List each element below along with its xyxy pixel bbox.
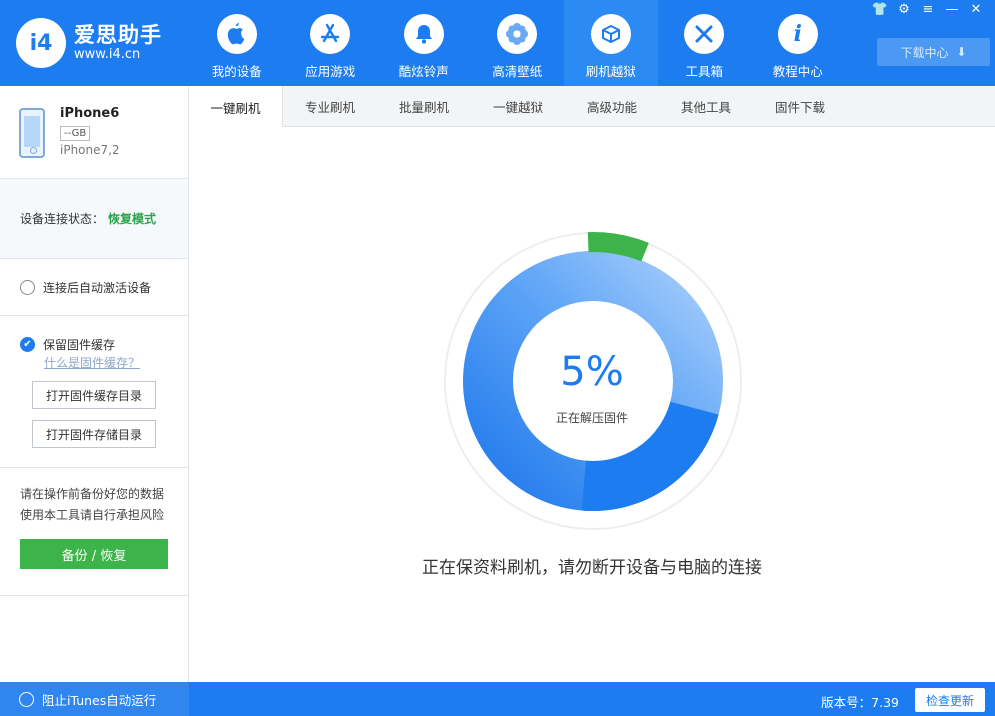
block-itunes-radio[interactable] bbox=[19, 691, 34, 707]
status-label: 设备连接状态： bbox=[20, 212, 105, 226]
flower-icon bbox=[497, 14, 538, 54]
device-card: iPhone6 --GB iPhone7,2 bbox=[0, 86, 188, 179]
phone-icon bbox=[19, 108, 45, 158]
app-store-icon bbox=[310, 14, 351, 54]
sidebar: iPhone6 --GB iPhone7,2 设备连接状态： 恢复模式 连接后自… bbox=[0, 86, 189, 682]
nav-label: 刷机越狱 bbox=[585, 64, 636, 79]
backup-warning-section: 请在操作前备份好您的数据 使用本工具请自行承担风险 备份 / 恢复 bbox=[0, 468, 188, 596]
box-icon bbox=[590, 14, 631, 54]
check-update-button[interactable]: 检查更新 bbox=[915, 688, 985, 712]
flash-progress-panel: 5% 正在解压固件 正在保资料刷机，请勿断开设备与电脑的连接 bbox=[189, 127, 995, 682]
info-icon: i bbox=[777, 14, 818, 54]
nav-my-device[interactable]: 我的设备 bbox=[190, 0, 284, 86]
nav-tutorials[interactable]: i 教程中心 bbox=[751, 0, 845, 86]
auto-activate-option[interactable]: 连接后自动激活设备 bbox=[0, 259, 188, 316]
tab-one-click-flash[interactable]: 一键刷机 bbox=[189, 86, 283, 128]
logo-url: www.i4.cn bbox=[74, 46, 141, 62]
progress-arc bbox=[587, 232, 649, 262]
nav-flash-jailbreak[interactable]: 刷机越狱 bbox=[564, 0, 658, 86]
progress-stage: 正在解压固件 bbox=[555, 411, 628, 425]
apple-icon bbox=[216, 14, 257, 54]
tab-advanced[interactable]: 高级功能 bbox=[565, 86, 659, 127]
version-label: 版本号：7.39 bbox=[821, 695, 899, 710]
keep-cache-label: 保留固件缓存 bbox=[43, 338, 116, 352]
logo-badge-icon: i4 bbox=[16, 18, 66, 68]
logo-title: 爱思助手 bbox=[74, 23, 162, 48]
settings-icon[interactable]: ⚙ bbox=[895, 2, 913, 17]
device-capacity: --GB bbox=[60, 126, 91, 141]
nav-wallpapers[interactable]: 高清壁纸 bbox=[471, 0, 565, 86]
open-store-dir-button[interactable]: 打开固件存储目录 bbox=[32, 420, 156, 448]
backup-restore-button[interactable]: 备份 / 恢复 bbox=[20, 539, 168, 569]
nav-toolbox[interactable]: 工具箱 bbox=[658, 0, 752, 86]
tools-icon bbox=[684, 14, 725, 54]
download-center-button[interactable]: 下载中心 ⬇ bbox=[877, 38, 990, 66]
skin-icon[interactable]: 👕 bbox=[871, 2, 889, 17]
nav-label: 应用游戏 bbox=[305, 64, 356, 79]
close-icon[interactable]: ✕ bbox=[967, 2, 985, 17]
status-value: 恢复模式 bbox=[108, 212, 157, 226]
device-model: iPhone7,2 bbox=[60, 143, 120, 157]
main-nav: 我的设备 应用游戏 酷炫铃声 高清壁纸 刷机越狱 工具箱 i 教程中心 bbox=[190, 0, 845, 86]
progress-message: 正在保资料刷机，请勿断开设备与电脑的连接 bbox=[422, 558, 762, 578]
tab-firmware-download[interactable]: 固件下载 bbox=[753, 86, 847, 127]
nav-ringtones[interactable]: 酷炫铃声 bbox=[377, 0, 471, 86]
nav-apps-games[interactable]: 应用游戏 bbox=[284, 0, 378, 86]
nav-label: 酷炫铃声 bbox=[398, 64, 449, 79]
nav-label: 工具箱 bbox=[685, 64, 723, 79]
keep-cache-option[interactable]: ✔ 保留固件缓存 bbox=[20, 336, 115, 353]
nav-label: 高清壁纸 bbox=[492, 64, 543, 79]
nav-label: 我的设备 bbox=[211, 64, 262, 79]
warning-text: 请在操作前备份好您的数据 使用本工具请自行承担风险 bbox=[20, 484, 164, 526]
block-itunes-label: 阻止iTunes自动运行 bbox=[42, 692, 157, 708]
open-cache-dir-button[interactable]: 打开固件缓存目录 bbox=[32, 381, 156, 409]
tab-one-click-jailbreak[interactable]: 一键越狱 bbox=[471, 86, 565, 127]
auto-activate-radio[interactable] bbox=[20, 279, 35, 295]
checkmark-icon[interactable]: ✔ bbox=[20, 337, 35, 352]
tab-other-tools[interactable]: 其他工具 bbox=[659, 86, 753, 127]
block-itunes-option[interactable]: 阻止iTunes自动运行 bbox=[0, 682, 189, 716]
download-icon: ⬇ bbox=[956, 45, 967, 59]
what-is-cache-link[interactable]: 什么是固件缓存？ bbox=[44, 354, 140, 371]
footer-bar: 阻止iTunes自动运行 版本号：7.39 检查更新 bbox=[0, 682, 995, 716]
device-name: iPhone6 bbox=[60, 106, 120, 121]
tab-batch-flash[interactable]: 批量刷机 bbox=[377, 86, 471, 127]
minimize-icon[interactable]: — bbox=[943, 2, 961, 17]
bell-icon bbox=[403, 14, 444, 54]
download-center-label: 下载中心 bbox=[900, 45, 949, 60]
header-bar: i4 爱思助手 www.i4.cn 我的设备 应用游戏 酷炫铃声 高清壁纸 刷机… bbox=[0, 0, 995, 86]
auto-activate-label: 连接后自动激活设备 bbox=[43, 280, 152, 295]
app-logo: i4 爱思助手 www.i4.cn bbox=[16, 18, 162, 68]
progress-percent: 5% bbox=[560, 349, 624, 395]
tab-pro-flash[interactable]: 专业刷机 bbox=[283, 86, 377, 127]
nav-label: 教程中心 bbox=[772, 64, 823, 79]
firmware-cache-section: ✔ 保留固件缓存 什么是固件缓存？ 打开固件缓存目录 打开固件存储目录 bbox=[0, 316, 188, 468]
window-controls: 👕 ⚙ ≡ — ✕ bbox=[871, 2, 985, 17]
warning-line-1: 请在操作前备份好您的数据 bbox=[20, 487, 165, 501]
sub-tabs: 一键刷机 专业刷机 批量刷机 一键越狱 高级功能 其他工具 固件下载 bbox=[189, 86, 995, 128]
connection-status: 设备连接状态： 恢复模式 bbox=[0, 179, 188, 259]
menu-icon[interactable]: ≡ bbox=[919, 2, 937, 17]
warning-line-2: 使用本工具请自行承担风险 bbox=[20, 508, 165, 522]
logo-text: 爱思助手 www.i4.cn bbox=[74, 23, 162, 62]
